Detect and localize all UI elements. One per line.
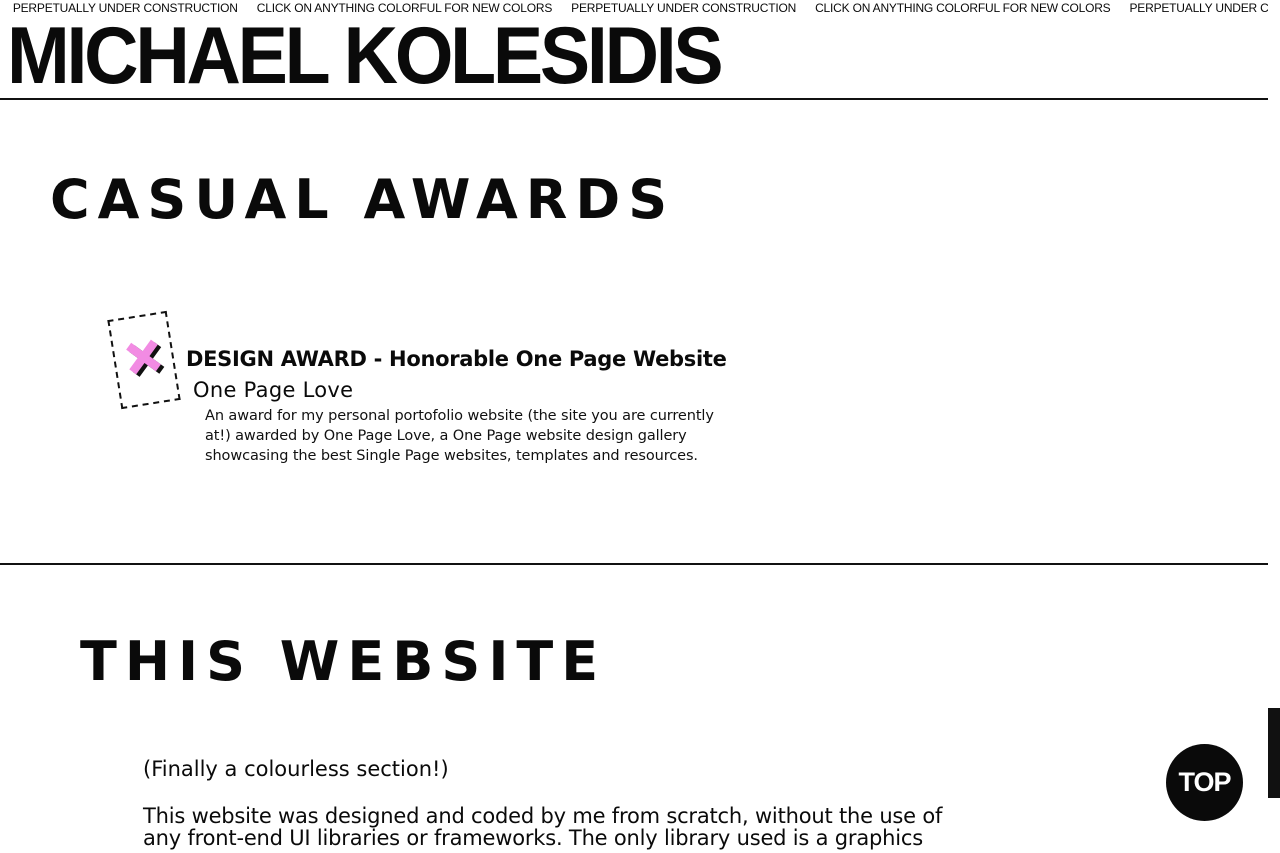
divider	[0, 98, 1268, 100]
website-body: This website was designed and coded by m…	[143, 804, 943, 850]
website-note: (Finally a colourless section!)	[143, 757, 449, 781]
back-to-top-button[interactable]: TOP	[1166, 744, 1243, 821]
award-organization: One Page Love	[193, 378, 354, 402]
award-badge[interactable]	[107, 310, 181, 410]
pink-x-icon[interactable]	[119, 333, 174, 388]
marquee-item: CLICK ON ANYTHING COLORFUL FOR NEW COLOR…	[815, 1, 1111, 15]
award-title: DESIGN AWARD - Honorable One Page Websit…	[186, 347, 727, 371]
awards-heading: CASUAL AWARDS	[50, 168, 676, 231]
divider	[0, 563, 1268, 565]
award-description: An award for my personal portofolio webs…	[205, 408, 714, 464]
scrollbar-thumb[interactable]	[1268, 708, 1280, 798]
site-title[interactable]: MICHAEL KOLESIDIS	[7, 12, 724, 100]
website-heading: THIS WEBSITE	[80, 630, 607, 693]
marquee-item: PERPETUALLY UNDER CONSTRUCTION	[1129, 1, 1269, 15]
